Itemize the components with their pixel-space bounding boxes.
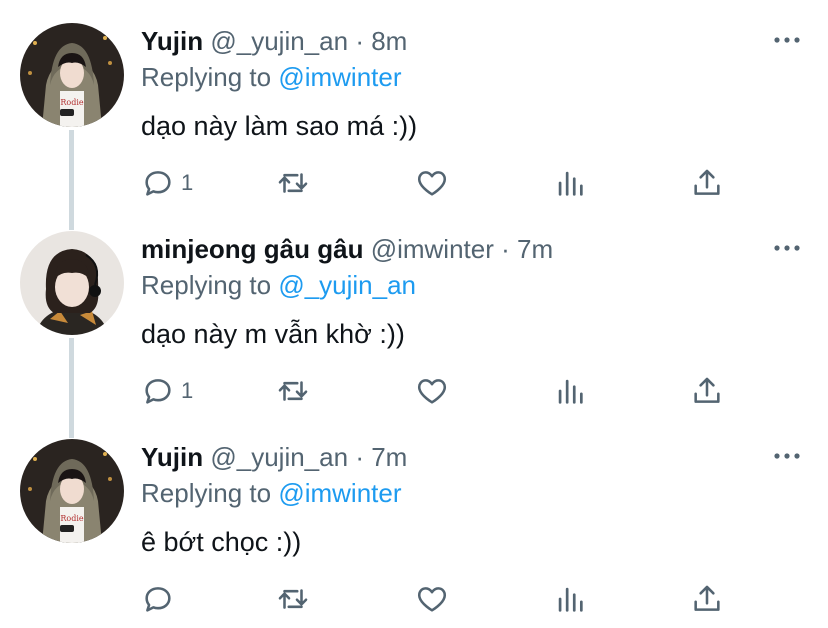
- display-name[interactable]: Yujin: [141, 26, 203, 56]
- reply-button[interactable]: [141, 579, 181, 619]
- replying-to: Replying to @_yujin_an: [141, 268, 416, 302]
- replying-prefix: Replying to: [141, 270, 272, 300]
- action-bar: [0, 579, 828, 619]
- tweet[interactable]: Rodie Yujin @_yujin_an · 8m Replying to …: [0, 0, 828, 208]
- tweet-header: Yujin @_yujin_an · 7m: [141, 440, 768, 474]
- like-button[interactable]: [415, 371, 449, 411]
- share-button[interactable]: [690, 371, 724, 411]
- stats-icon: [558, 587, 583, 612]
- action-bar: 1: [0, 371, 828, 411]
- mention-link[interactable]: @imwinter: [278, 478, 401, 508]
- retweet-icon: [278, 589, 308, 609]
- reply-icon: [145, 171, 171, 196]
- avatar-yujin[interactable]: Rodie: [20, 23, 124, 127]
- user-handle[interactable]: @imwinter: [371, 234, 494, 264]
- svg-text:Rodie: Rodie: [60, 98, 84, 107]
- reply-icon: [145, 587, 171, 612]
- heart-icon: [417, 379, 447, 404]
- stats-button[interactable]: [553, 163, 587, 203]
- stats-icon: [558, 379, 583, 404]
- heart-icon: [417, 171, 447, 196]
- timestamp[interactable]: 7m: [517, 234, 553, 264]
- reply-icon: [145, 379, 171, 404]
- separator-dot: ·: [501, 234, 510, 264]
- display-name[interactable]: minjeong gâu gâu: [141, 234, 363, 264]
- reply-button[interactable]: 1: [141, 163, 193, 203]
- svg-text:Rodie: Rodie: [60, 514, 84, 523]
- avatar-yujin[interactable]: Rodie: [20, 439, 124, 543]
- tweet-text: dạo này làm sao má :)): [141, 111, 418, 141]
- share-icon: [694, 585, 720, 611]
- tweet-text: dạo này m vẫn khờ :)): [141, 319, 405, 349]
- replying-to: Replying to @imwinter: [141, 476, 402, 510]
- heart-icon: [417, 587, 447, 612]
- replying-prefix: Replying to: [141, 62, 272, 92]
- reply-button[interactable]: 1: [141, 371, 193, 411]
- separator-dot: ·: [355, 26, 364, 56]
- tweet-header: minjeong gâu gâu @imwinter · 7m: [141, 232, 768, 266]
- more-icon[interactable]: [772, 446, 802, 466]
- stats-icon: [558, 171, 583, 196]
- mention-link[interactable]: @imwinter: [278, 62, 401, 92]
- retweet-button[interactable]: [276, 163, 310, 203]
- tweet[interactable]: minjeong gâu gâu @imwinter · 7m Replying…: [0, 208, 828, 416]
- replying-prefix: Replying to: [141, 478, 272, 508]
- like-button[interactable]: [415, 579, 449, 619]
- user-handle[interactable]: @_yujin_an: [210, 442, 348, 472]
- more-icon[interactable]: [772, 30, 802, 50]
- reply-count: 1: [181, 378, 194, 403]
- timestamp[interactable]: 8m: [371, 26, 407, 56]
- tweet[interactable]: Rodie Yujin @_yujin_an · 7m Replying to …: [0, 416, 828, 624]
- retweet-icon: [278, 173, 308, 193]
- like-button[interactable]: [415, 163, 449, 203]
- action-bar: 1: [0, 163, 828, 203]
- share-icon: [694, 169, 720, 195]
- retweet-button[interactable]: [276, 579, 310, 619]
- tweet-text: ê bớt chọc :)): [141, 527, 302, 557]
- stats-button[interactable]: [553, 371, 587, 411]
- retweet-button[interactable]: [276, 371, 310, 411]
- reply-count: 1: [181, 170, 194, 195]
- more-icon[interactable]: [772, 238, 802, 258]
- replying-to: Replying to @imwinter: [141, 60, 402, 94]
- share-button[interactable]: [690, 163, 724, 203]
- tweet-header: Yujin @_yujin_an · 8m: [141, 24, 768, 58]
- share-icon: [694, 377, 720, 403]
- display-name[interactable]: Yujin: [141, 442, 203, 472]
- mention-link[interactable]: @_yujin_an: [278, 270, 416, 300]
- stats-button[interactable]: [553, 579, 587, 619]
- user-handle[interactable]: @_yujin_an: [210, 26, 348, 56]
- separator-dot: ·: [355, 442, 364, 472]
- retweet-icon: [278, 381, 308, 401]
- share-button[interactable]: [690, 579, 724, 619]
- avatar-minjeong[interactable]: [20, 231, 124, 335]
- timestamp[interactable]: 7m: [371, 442, 407, 472]
